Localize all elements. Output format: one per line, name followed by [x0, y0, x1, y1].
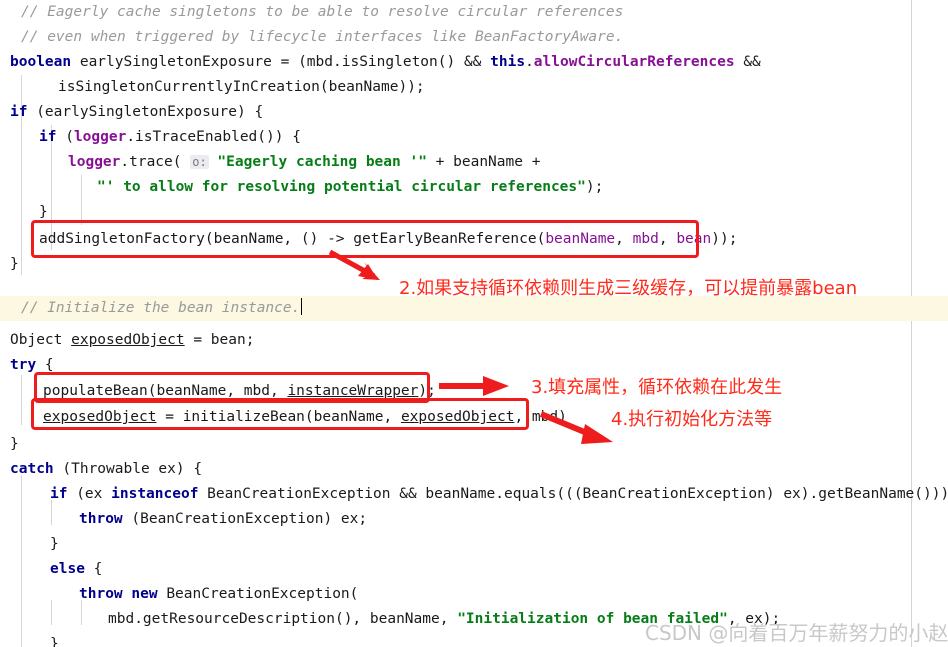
- code-line[interactable]: // Eagerly cache singletons to be able t…: [0, 0, 623, 25]
- code-text: {: [84, 561, 103, 577]
- code-text: BeanCreationException(: [157, 586, 359, 602]
- code-line[interactable]: else {: [0, 557, 102, 582]
- code-text: + beanName +: [426, 154, 541, 170]
- code-line[interactable]: exposedObject = initializeBean(beanName,…: [0, 405, 567, 430]
- code-line[interactable]: "' to allow for resolving potential circ…: [0, 175, 603, 200]
- code-line[interactable]: }: [0, 432, 19, 457]
- code-line[interactable]: populateBean(beanName, mbd, instanceWrap…: [0, 379, 436, 404]
- code-text: );: [585, 179, 604, 195]
- keyword-instanceof: instanceof: [111, 486, 199, 502]
- code-line[interactable]: }: [0, 200, 48, 225]
- code-text: .: [525, 54, 534, 70]
- code-line[interactable]: }: [0, 632, 59, 647]
- code-line[interactable]: try {: [0, 353, 54, 378]
- code-line[interactable]: addSingletonFactory(beanName, () -> getE…: [0, 227, 737, 252]
- code-text: (BeanCreationException) ex;: [122, 511, 368, 527]
- field-allowCircularReferences: allowCircularReferences: [533, 54, 735, 70]
- text-caret: [301, 298, 303, 315]
- code-text: = bean;: [184, 332, 255, 348]
- code-screenshot: // Eagerly cache singletons to be able t…: [0, 0, 948, 647]
- keyword-if: if: [39, 129, 57, 145]
- code-text: (earlySingletonExposure) {: [27, 104, 264, 120]
- code-text: (Throwable ex) {: [53, 461, 203, 477]
- code-text: &&: [734, 54, 761, 70]
- annotation-note-2: 2.如果支持循环依赖则生成三级缓存，可以提前暴露bean: [399, 278, 858, 299]
- code-text: }: [10, 436, 19, 452]
- captured-var-bean: bean: [676, 231, 712, 247]
- keyword-throw: throw: [79, 586, 123, 602]
- code-comment: // Eagerly cache singletons to be able t…: [21, 4, 624, 20]
- code-text: BeanCreationException && beanName.equals…: [198, 486, 948, 502]
- code-text: }: [50, 536, 59, 552]
- code-line[interactable]: if (ex instanceof BeanCreationException …: [0, 482, 948, 507]
- keyword-try: try: [10, 357, 37, 373]
- code-line[interactable]: }: [0, 252, 19, 277]
- code-comment: // even when triggered by lifecycle inte…: [21, 29, 624, 45]
- keyword-else: else: [50, 561, 85, 577]
- code-line[interactable]: Object exposedObject = bean;: [0, 328, 254, 353]
- code-text: }: [10, 256, 19, 272]
- code-text: populateBean(beanName, mbd,: [43, 383, 288, 399]
- code-line[interactable]: }: [0, 532, 59, 557]
- code-text: (ex: [67, 486, 112, 502]
- code-text: addSingletonFactory(beanName, () -> getE…: [39, 231, 546, 247]
- string-literal: "Eagerly caching bean '": [217, 154, 427, 170]
- code-line[interactable]: if (logger.isTraceEnabled()) {: [0, 125, 301, 150]
- local-var-exposedObject: exposedObject: [400, 409, 515, 425]
- code-line[interactable]: throw (BeanCreationException) ex;: [0, 507, 367, 532]
- local-var-exposedObject: exposedObject: [71, 332, 185, 348]
- code-text: }: [39, 204, 48, 220]
- annotation-note-4: 4.执行初始化方法等: [611, 409, 773, 430]
- captured-var-mbd: mbd: [632, 231, 659, 247]
- string-literal: "' to allow for resolving potential circ…: [97, 179, 586, 195]
- code-text: .isTraceEnabled()) {: [126, 129, 301, 145]
- code-text: Object: [10, 332, 72, 348]
- code-text: ,: [658, 231, 677, 247]
- code-text: ,: [615, 231, 633, 247]
- code-text: isSingletonCurrentlyInCreation(beanName)…: [58, 79, 425, 95]
- keyword-catch: catch: [10, 461, 54, 477]
- keyword-new: new: [131, 586, 158, 602]
- code-line[interactable]: boolean earlySingletonExposure = (mbd.is…: [0, 50, 761, 75]
- code-text: }: [50, 636, 59, 647]
- code-line[interactable]: throw new BeanCreationException(: [0, 582, 358, 607]
- code-text: , mbd): [514, 409, 567, 425]
- code-text: (: [56, 129, 74, 145]
- code-editor[interactable]: // Eagerly cache singletons to be able t…: [0, 0, 948, 647]
- keyword-this: this: [490, 54, 526, 70]
- code-text: mbd.getResourceDescription(), beanName,: [108, 611, 458, 627]
- code-text: = initializeBean(beanName,: [156, 409, 401, 425]
- captured-var-beanName: beanName: [545, 231, 616, 247]
- keyword-throw: throw: [79, 511, 123, 527]
- code-line[interactable]: isSingletonCurrentlyInCreation(beanName)…: [0, 75, 425, 100]
- code-line[interactable]: logger.trace( o: "Eagerly caching bean '…: [0, 150, 540, 175]
- code-comment: // Initialize the bean instance.: [21, 300, 301, 316]
- code-text: ));: [711, 231, 738, 247]
- code-line[interactable]: catch (Throwable ex) {: [0, 457, 202, 482]
- keyword-if: if: [10, 104, 28, 120]
- keyword-if: if: [50, 486, 68, 502]
- field-logger: logger: [68, 154, 121, 170]
- field-logger: logger: [73, 129, 127, 145]
- local-var-exposedObject: exposedObject: [43, 409, 157, 425]
- code-line[interactable]: // even when triggered by lifecycle inte…: [0, 25, 623, 50]
- code-text: {: [36, 357, 54, 373]
- code-line[interactable]: if (earlySingletonExposure) {: [0, 100, 263, 125]
- parameter-hint: o:: [190, 155, 209, 169]
- right-margin-guide: [911, 0, 912, 647]
- keyword-boolean: boolean: [10, 54, 72, 70]
- code-text: .trace(: [120, 154, 191, 170]
- local-var-instanceWrapper: instanceWrapper: [287, 383, 419, 399]
- annotation-note-3: 3.填充属性，循环依赖在此发生: [531, 377, 783, 398]
- csdn-watermark: CSDN @向着百万年薪努力的小赵: [645, 621, 948, 645]
- code-text: );: [418, 383, 436, 399]
- code-text: earlySingletonExposure = (mbd.isSingleto…: [71, 54, 491, 70]
